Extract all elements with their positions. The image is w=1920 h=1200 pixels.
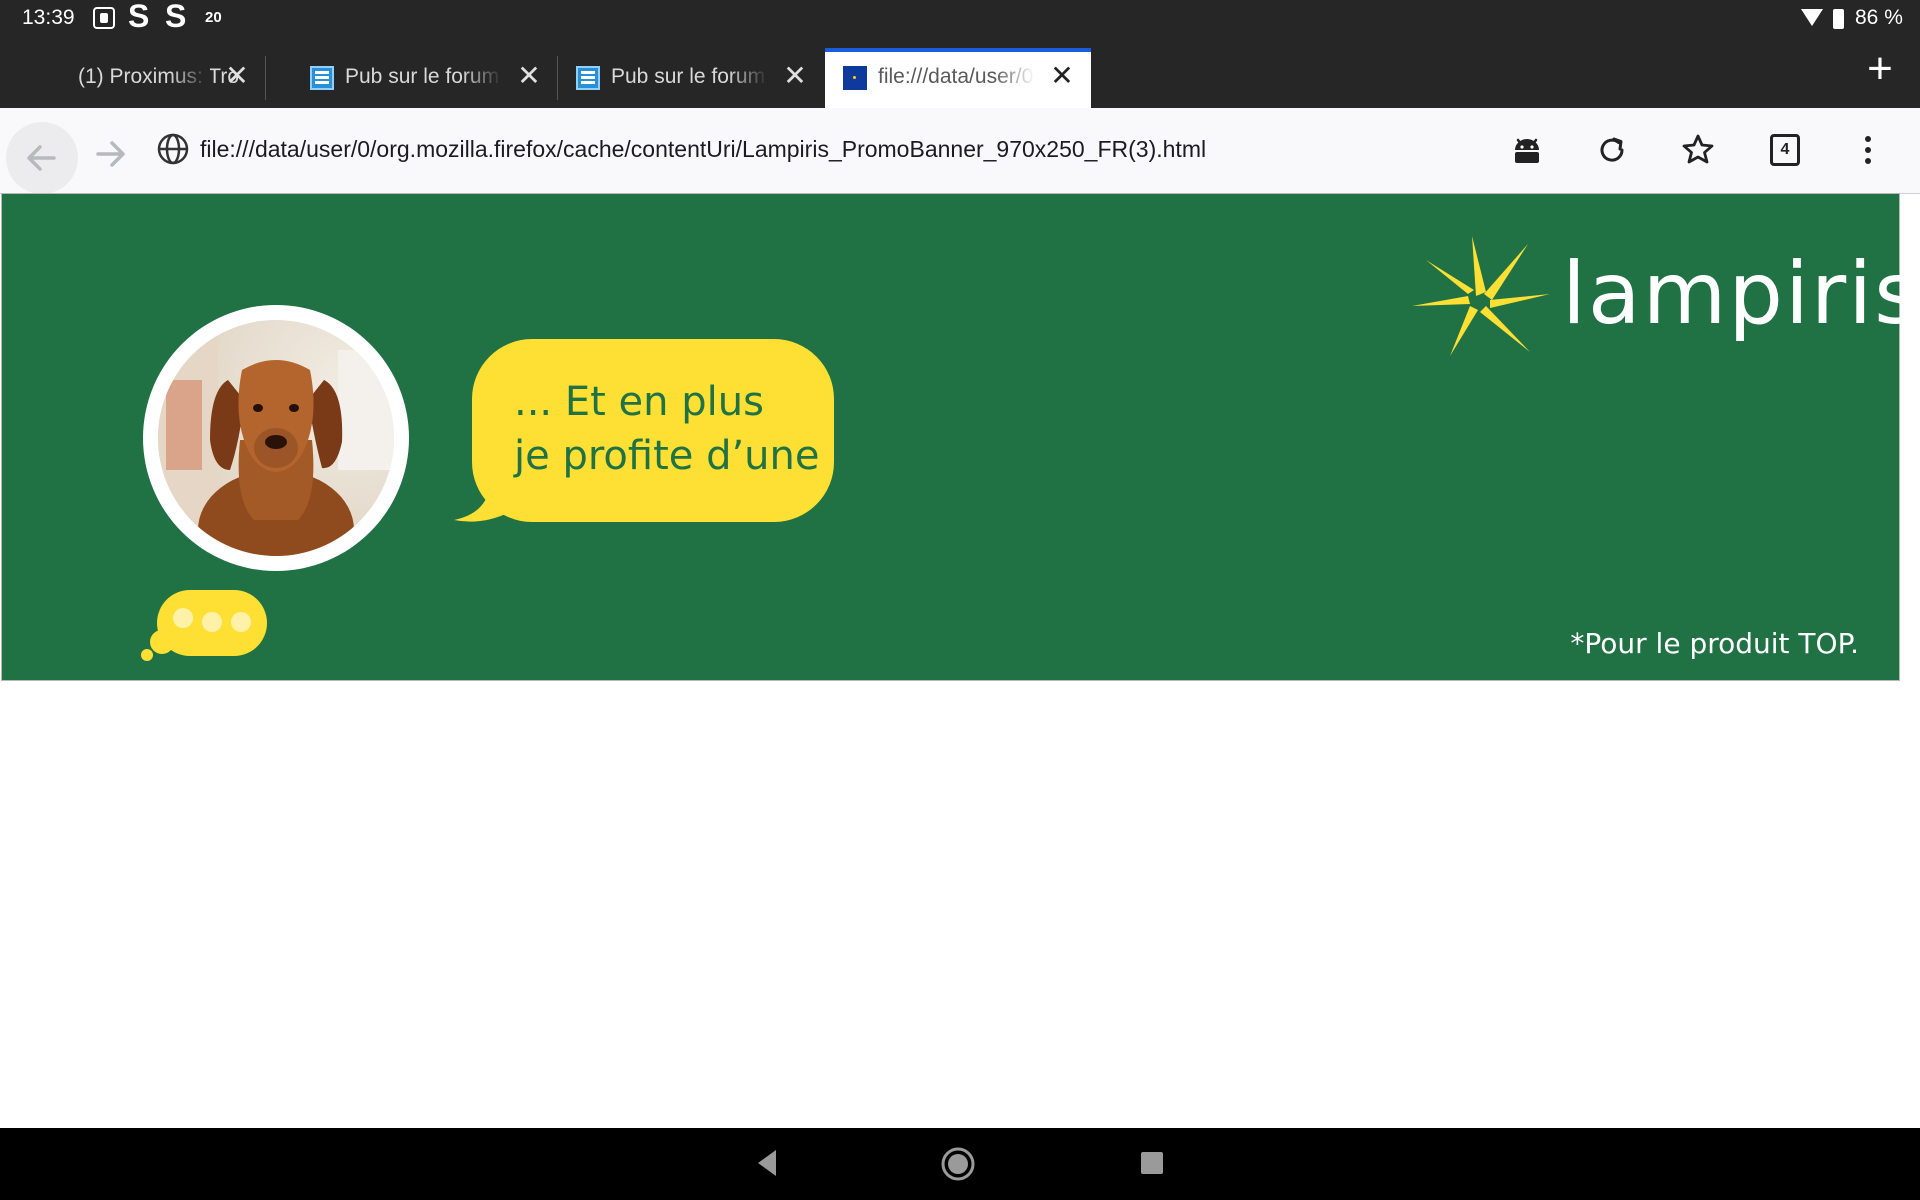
- forward-arrow-icon: [96, 141, 125, 167]
- tab-active-file[interactable]: file:///data/user/0 ✕: [825, 48, 1091, 112]
- typing-dot: [173, 608, 193, 628]
- notification-icon: [93, 7, 115, 29]
- close-icon[interactable]: ✕: [1047, 61, 1077, 91]
- speech-bubble-tail: [454, 476, 514, 522]
- typing-tail-circle: [150, 630, 174, 654]
- tab-title: (1) Proximus: Trouvez: [78, 65, 238, 88]
- new-tab-button[interactable]: +: [1862, 47, 1898, 91]
- speech-text: ... Et en plus je profite d’une: [514, 379, 820, 479]
- tab-forum-2[interactable]: Pub sur le forum ✕: [558, 48, 824, 108]
- close-icon[interactable]: ✕: [514, 61, 544, 91]
- disclaimer-text: *Pour le produit TOP.: [1570, 627, 1859, 660]
- dog-avatar: [143, 305, 409, 571]
- lampiris-star-icon: [1412, 236, 1550, 356]
- forum-favicon-icon: [310, 66, 334, 90]
- battery-percent: 86 %: [1855, 6, 1903, 29]
- reload-icon[interactable]: [1590, 128, 1634, 172]
- nav-recents-icon[interactable]: [1140, 1151, 1164, 1175]
- typing-tail-dot: [141, 649, 153, 661]
- status-time: 13:39: [22, 6, 75, 29]
- overflow-menu-icon[interactable]: [1846, 128, 1890, 172]
- eu-flag-favicon-icon: [843, 66, 867, 90]
- close-icon[interactable]: ✕: [780, 61, 810, 91]
- navigation-toolbar: file:///data/user/0/org.mozilla.firefox/…: [0, 108, 1920, 194]
- wifi-icon: [1801, 9, 1823, 26]
- android-nav-bar: [0, 1128, 1920, 1200]
- close-icon[interactable]: ✕: [222, 61, 252, 91]
- typing-indicator-bubble: [157, 590, 267, 656]
- tab-proximus[interactable]: (1) Proximus: Trouvez ✕: [0, 48, 266, 108]
- back-arrow-icon: [27, 145, 56, 171]
- tabs-count-button[interactable]: 4: [1770, 134, 1800, 166]
- s-app-icon: S: [128, 0, 150, 34]
- tab-separator: [265, 56, 266, 100]
- speech-bubble: ... Et en plus je profite d’une: [472, 339, 834, 522]
- dog-photo: [158, 320, 394, 556]
- nav-back-icon[interactable]: [754, 1148, 780, 1178]
- back-button[interactable]: [6, 122, 78, 194]
- typing-dot: [231, 612, 251, 632]
- globe-icon[interactable]: [156, 132, 190, 166]
- tab-strip: (1) Proximus: Trouvez ✕ Pub sur le forum…: [0, 38, 1920, 112]
- lampiris-wordmark: lampiris: [1562, 244, 1920, 344]
- nav-home-icon[interactable]: [940, 1146, 976, 1182]
- status-bar: 13:39 S S 20 86 %: [0, 0, 1920, 38]
- forward-button[interactable]: [78, 122, 142, 186]
- bookmark-star-icon[interactable]: [1676, 128, 1720, 172]
- url-field[interactable]: file:///data/user/0/org.mozilla.firefox/…: [200, 136, 1206, 163]
- dachshund-image: [158, 320, 394, 556]
- typing-dot: [202, 612, 222, 632]
- promo-banner[interactable]: ... Et en plus je profite d’une lampiris…: [1, 193, 1919, 681]
- temperature-indicator: 20: [205, 9, 222, 26]
- tab-forum-1[interactable]: Pub sur le forum ✕: [292, 48, 558, 108]
- lampiris-logo[interactable]: lampiris: [1410, 234, 1919, 356]
- android-extension-icon[interactable]: [1505, 128, 1549, 172]
- s-app-icon: S: [165, 0, 187, 34]
- battery-icon: [1833, 9, 1844, 29]
- forum-favicon-icon: [576, 66, 600, 90]
